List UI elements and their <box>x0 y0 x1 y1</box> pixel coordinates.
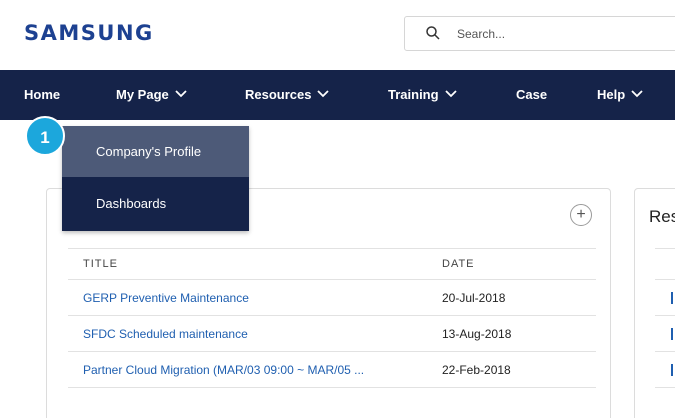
announcement-date: 13-Aug-2018 <box>442 326 512 341</box>
announcement-title-link[interactable]: Partner Cloud Migration (MAR/03 09:00 ~ … <box>83 363 364 377</box>
nav-label: Resources <box>245 87 312 102</box>
nav-item-home[interactable]: Home <box>24 70 60 120</box>
table-row <box>655 352 675 388</box>
nav-item-help[interactable]: Help <box>597 70 643 120</box>
link-fragment[interactable] <box>671 292 673 304</box>
search-input[interactable] <box>457 24 657 44</box>
samsung-logo[interactable]: SAMSUNG <box>24 21 154 45</box>
chevron-down-icon <box>317 90 330 98</box>
resources-card-rows <box>655 248 675 388</box>
nav-label: Training <box>388 87 439 102</box>
announcements-table: TITLE DATE GERP Preventive Maintenance 2… <box>68 248 596 388</box>
chevron-down-icon <box>631 90 643 98</box>
announcement-date: 20-Jul-2018 <box>442 290 506 305</box>
table-row <box>655 280 675 316</box>
announcement-title-link[interactable]: SFDC Scheduled maintenance <box>83 327 248 341</box>
link-fragment[interactable] <box>671 364 673 376</box>
column-header-date: DATE <box>442 258 475 270</box>
table-row: SFDC Scheduled maintenance 13-Aug-2018 <box>68 316 596 352</box>
nav-label: Help <box>597 87 626 102</box>
menu-item-company-profile[interactable]: Company's Profile <box>62 126 249 177</box>
table-row: Partner Cloud Migration (MAR/03 09:00 ~ … <box>68 352 596 388</box>
plus-icon[interactable]: + <box>570 204 592 226</box>
table-row <box>655 316 675 352</box>
search-box[interactable] <box>404 16 675 51</box>
nav-label: My Page <box>116 87 169 102</box>
nav-item-my-page[interactable]: My Page <box>116 70 187 120</box>
nav-label: Home <box>24 87 61 102</box>
table-row <box>655 248 675 280</box>
step-number-badge: 1 <box>25 116 65 156</box>
announcement-title-link[interactable]: GERP Preventive Maintenance <box>83 291 249 305</box>
table-row: GERP Preventive Maintenance 20-Jul-2018 <box>68 280 596 316</box>
top-header: SAMSUNG <box>0 0 675 70</box>
nav-item-case[interactable]: Case <box>516 70 547 120</box>
my-page-dropdown-menu: Company's Profile Dashboards <box>62 126 249 231</box>
search-icon <box>426 26 440 40</box>
chevron-down-icon <box>444 90 457 98</box>
nav-item-training[interactable]: Training <box>388 70 457 120</box>
nav-item-resources[interactable]: Resources <box>245 70 330 120</box>
main-nav: Home My Page Resources Training Case Hel… <box>0 70 675 120</box>
link-fragment[interactable] <box>671 328 673 340</box>
column-header-title: TITLE <box>83 258 118 270</box>
nav-label: Case <box>516 87 548 102</box>
table-header-row: TITLE DATE <box>68 248 596 280</box>
chevron-down-icon <box>175 90 187 98</box>
menu-item-dashboards[interactable]: Dashboards <box>62 178 249 229</box>
resources-card-title: Res <box>649 207 675 226</box>
announcement-date: 22-Feb-2018 <box>442 362 511 377</box>
